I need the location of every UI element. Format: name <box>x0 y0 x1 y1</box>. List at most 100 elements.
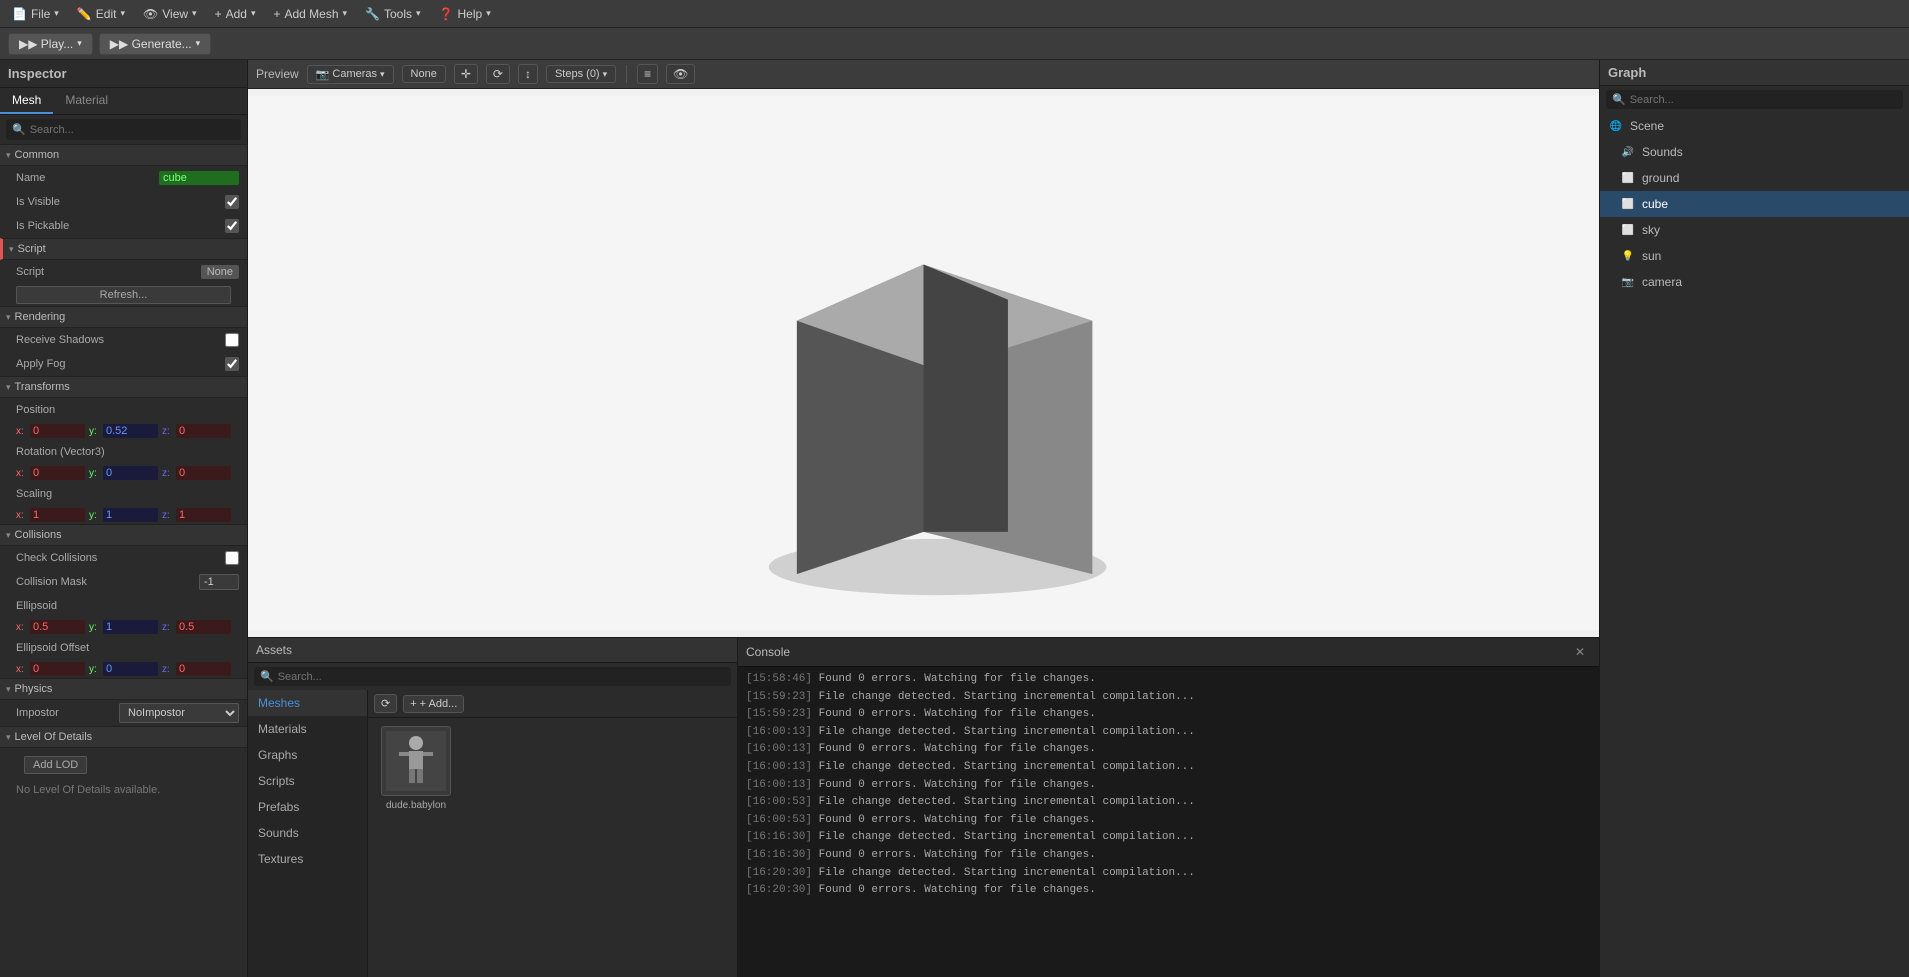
generate-button[interactable]: ▶ ▶ Generate... ▾ <box>99 33 211 55</box>
section-collisions[interactable]: ▾ Collisions <box>0 524 247 546</box>
impostor-select[interactable]: NoImpostor BoxImpostor SphereImpostor Cy… <box>119 703 239 723</box>
arrow-icon: ▾ <box>251 8 256 19</box>
check-collisions-checkbox[interactable] <box>225 551 239 565</box>
graph-item-cube[interactable]: ⬜cube <box>1600 191 1909 217</box>
physics-arrow-icon: ▾ <box>6 684 11 695</box>
menu-view[interactable]: 👁 View ▾ <box>135 5 205 23</box>
graph-item-sun[interactable]: 💡sun <box>1600 243 1909 269</box>
asset-dude[interactable]: dude.babylon <box>376 726 456 811</box>
sidebar-item-prefabs[interactable]: Prefabs <box>248 794 367 820</box>
console-line: [16:00:13] File change detected. Startin… <box>746 759 1591 777</box>
console-time: [16:16:30] <box>746 849 812 861</box>
section-physics[interactable]: ▾ Physics <box>0 678 247 700</box>
section-transforms[interactable]: ▾ Transforms <box>0 376 247 398</box>
scale-icon-btn[interactable]: ↕ <box>518 64 538 84</box>
assets-panel: Assets 🔍 Meshes Materials Graphs Scripts… <box>248 638 738 977</box>
refresh-button[interactable]: Refresh... <box>16 286 231 304</box>
graph-item-label: sky <box>1642 223 1660 237</box>
console-close-button[interactable]: ✕ <box>1569 643 1591 661</box>
script-none-button[interactable]: None <box>201 265 239 279</box>
section-lod[interactable]: ▾ Level Of Details <box>0 726 247 748</box>
add-lod-button[interactable]: Add LOD <box>24 756 87 774</box>
none-button[interactable]: None <box>402 65 446 83</box>
ellipsoid-offset-y-input[interactable] <box>103 662 158 676</box>
name-input[interactable] <box>159 171 239 185</box>
console-message: Found 0 errors. Watching for file change… <box>812 708 1096 720</box>
rotation-y-input[interactable] <box>103 466 158 480</box>
console-time: [16:20:30] <box>746 884 812 896</box>
section-script[interactable]: ▾ Script <box>0 238 247 260</box>
console-time: [16:00:13] <box>746 743 812 755</box>
sy-label: y: <box>89 510 99 521</box>
settings-icon-btn[interactable]: ≡ <box>637 64 658 84</box>
ellipsoid-x-input[interactable] <box>30 620 85 634</box>
position-y-input[interactable] <box>103 424 158 438</box>
console-message: File change detected. Starting increment… <box>812 867 1195 879</box>
add-asset-button[interactable]: + + Add... <box>403 695 464 713</box>
no-lod-text: No Level Of Details available. <box>0 782 247 802</box>
console-content[interactable]: [15:58:46] Found 0 errors. Watching for … <box>738 667 1599 977</box>
tab-material[interactable]: Material <box>53 88 120 114</box>
sidebar-item-sounds[interactable]: Sounds <box>248 820 367 846</box>
apply-fog-checkbox[interactable] <box>225 357 239 371</box>
refresh-assets-button[interactable]: ⟳ <box>374 694 397 713</box>
sidebar-item-materials[interactable]: Materials <box>248 716 367 742</box>
ellipsoid-z-input[interactable] <box>176 620 231 634</box>
graph-item-scene[interactable]: 🌐Scene <box>1600 113 1909 139</box>
sidebar-item-textures[interactable]: Textures <box>248 846 367 872</box>
section-rendering[interactable]: ▾ Rendering <box>0 306 247 328</box>
position-z-input[interactable] <box>176 424 231 438</box>
play-button[interactable]: ▶ ▶ Play... ▾ <box>8 33 93 55</box>
ellipsoid-y-input[interactable] <box>103 620 158 634</box>
rotate-icon-btn[interactable]: ⟳ <box>486 64 510 84</box>
preview-canvas[interactable] <box>248 89 1599 637</box>
is-pickable-checkbox[interactable] <box>225 219 239 233</box>
menu-file[interactable]: 📄 File ▾ <box>4 5 67 23</box>
ry-label: y: <box>89 468 99 479</box>
console-message: Found 0 errors. Watching for file change… <box>812 884 1096 896</box>
console-line: [16:00:53] Found 0 errors. Watching for … <box>746 812 1591 830</box>
section-common[interactable]: ▾ Common <box>0 144 247 166</box>
file-icon: 📄 <box>12 7 27 21</box>
receive-shadows-checkbox[interactable] <box>225 333 239 347</box>
scaling-y-input[interactable] <box>103 508 158 522</box>
assets-search-input[interactable] <box>278 671 725 683</box>
menu-help[interactable]: ❓ Help ▾ <box>431 5 499 23</box>
sun-icon: 💡 <box>1620 248 1636 264</box>
inspector-header: Inspector <box>0 60 247 88</box>
position-x-input[interactable] <box>30 424 85 438</box>
is-visible-checkbox[interactable] <box>225 195 239 209</box>
sidebar-item-graphs[interactable]: Graphs <box>248 742 367 768</box>
graph-item-sounds[interactable]: 🔊Sounds <box>1600 139 1909 165</box>
rotation-x-input[interactable] <box>30 466 85 480</box>
sidebar-item-scripts[interactable]: Scripts <box>248 768 367 794</box>
inspector-tabs: Mesh Material <box>0 88 247 115</box>
sidebar-item-meshes[interactable]: Meshes <box>248 690 367 716</box>
graph-item-ground[interactable]: ⬜ground <box>1600 165 1909 191</box>
menu-add[interactable]: + Add ▾ <box>207 5 264 23</box>
inspector-search-input[interactable] <box>30 124 235 136</box>
script-arrow-icon: ▾ <box>9 244 14 255</box>
graph-item-sky[interactable]: ⬜sky <box>1600 217 1909 243</box>
menu-tools[interactable]: 🔧 Tools ▾ <box>357 5 429 23</box>
ey-label: y: <box>89 622 99 633</box>
tab-mesh[interactable]: Mesh <box>0 88 53 114</box>
move-icon-btn[interactable]: ✛ <box>454 64 478 84</box>
graph-item-camera[interactable]: 📷camera <box>1600 269 1909 295</box>
menu-edit[interactable]: ✏️ Edit ▾ <box>69 5 133 23</box>
scaling-x-input[interactable] <box>30 508 85 522</box>
menu-add-mesh[interactable]: + Add Mesh ▾ <box>265 5 355 23</box>
prop-receive-shadows: Receive Shadows <box>0 328 247 352</box>
assets-content: dude.babylon <box>368 718 737 977</box>
collision-mask-input[interactable] <box>199 574 239 590</box>
preview-header: Preview 📷 Cameras ▾ None ✛ ⟳ ↕ Steps (0)… <box>248 60 1599 89</box>
mesh-icon: ⬜ <box>1620 170 1636 186</box>
graph-search-input[interactable] <box>1630 94 1897 106</box>
scaling-z-input[interactable] <box>176 508 231 522</box>
steps-button[interactable]: Steps (0) ▾ <box>546 65 616 83</box>
ellipsoid-offset-z-input[interactable] <box>176 662 231 676</box>
cameras-button[interactable]: 📷 Cameras ▾ <box>307 65 394 84</box>
rotation-z-input[interactable] <box>176 466 231 480</box>
eye-icon-btn[interactable]: 👁 <box>666 64 695 84</box>
ellipsoid-offset-x-input[interactable] <box>30 662 85 676</box>
